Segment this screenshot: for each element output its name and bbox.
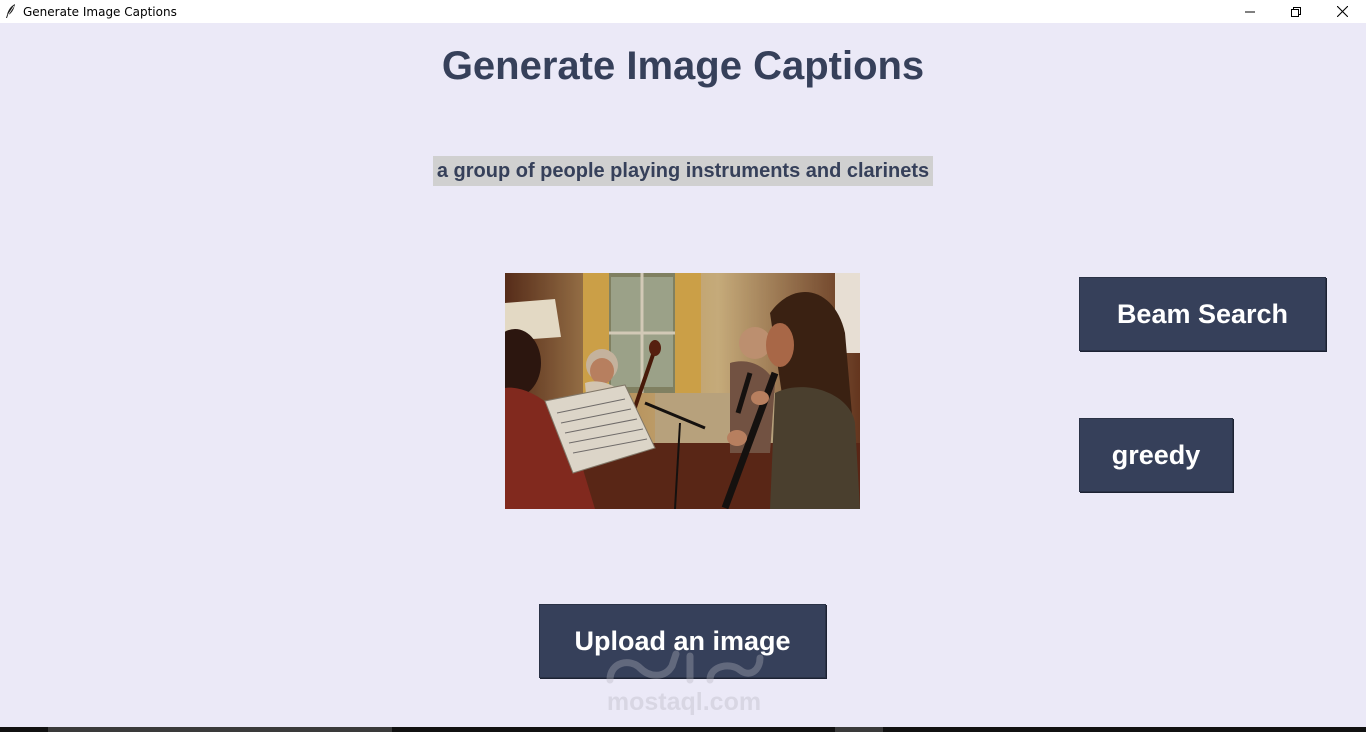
greedy-button[interactable]: greedy: [1079, 418, 1233, 492]
caption-container: a group of people playing instruments an…: [0, 156, 1366, 186]
minimize-button[interactable]: [1227, 0, 1273, 23]
upload-image-button[interactable]: Upload an image: [539, 604, 826, 678]
close-icon: [1336, 6, 1348, 17]
generated-caption: a group of people playing instruments an…: [432, 156, 934, 186]
window-title: Generate Image Captions: [23, 5, 177, 19]
watermark-text: mostaql.com: [606, 688, 762, 716]
taskbar-segment: [48, 727, 392, 732]
page-title: Generate Image Captions: [441, 44, 925, 88]
taskbar: [0, 727, 1366, 732]
uploaded-image: [505, 273, 860, 509]
minimize-icon: [1245, 7, 1255, 17]
feather-icon: [5, 4, 17, 18]
restore-button[interactable]: [1273, 0, 1319, 23]
close-button[interactable]: [1319, 0, 1365, 23]
beam-search-button[interactable]: Beam Search: [1079, 277, 1326, 351]
restore-icon: [1291, 6, 1301, 17]
taskbar-segment: [835, 727, 883, 732]
title-bar: Generate Image Captions: [0, 0, 1366, 23]
